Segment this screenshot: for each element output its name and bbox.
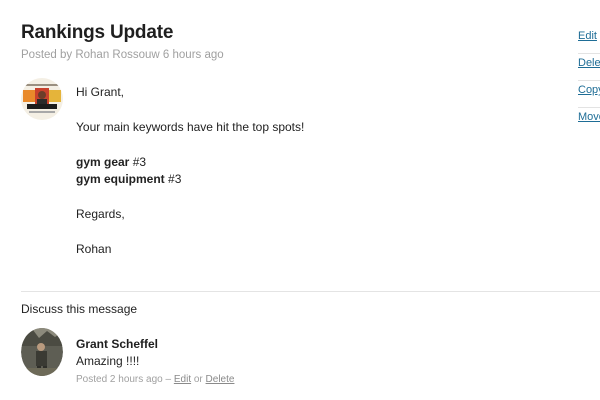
section-divider (21, 291, 600, 292)
edit-link[interactable]: Edit (578, 27, 600, 54)
delete-link[interactable]: Dele (578, 54, 600, 81)
message-page: Rankings Update Posted by Rohan Rossouw … (0, 0, 600, 400)
comment-delete-link[interactable]: Delete (206, 374, 235, 385)
message-greeting: Hi Grant, (76, 85, 125, 99)
comment: Grant Scheffel Amazing !!!! Posted 2 hou… (76, 336, 234, 388)
message-intro: Your main keywords have hit the top spot… (76, 120, 305, 134)
discussion-heading: Discuss this message (21, 302, 138, 316)
keyword-line: gym equipment #3 (76, 171, 304, 188)
comment-edit-link[interactable]: Edit (174, 374, 191, 385)
comment-timestamp: Posted 2 hours ago – (76, 374, 174, 385)
keyword-rank: #3 (129, 155, 147, 169)
keyword-rank: #3 (164, 172, 182, 186)
author-avatar (21, 78, 63, 120)
comment-author: Grant Scheffel (76, 337, 159, 351)
keyword-line: gym gear #3 (76, 154, 304, 171)
comment-meta-separator: or (191, 374, 206, 385)
message-body: Hi Grant, Your main keywords have hit th… (76, 84, 304, 258)
move-link[interactable]: Move (578, 108, 600, 134)
keyword-term: gym equipment (76, 172, 165, 186)
copy-link[interactable]: Copy (578, 81, 600, 108)
comment-meta: Posted 2 hours ago – Edit or Delete (76, 371, 234, 388)
post-byline: Posted by Rohan Rossouw 6 hours ago (21, 49, 224, 61)
message-actions: Edit Dele Copy Move (578, 27, 600, 134)
message-closing: Regards, (76, 207, 125, 221)
message-signature: Rohan (76, 242, 112, 256)
comment-body: Amazing !!!! (76, 354, 140, 368)
page-title: Rankings Update (21, 22, 174, 43)
keyword-term: gym gear (76, 155, 130, 169)
commenter-avatar (21, 328, 63, 376)
